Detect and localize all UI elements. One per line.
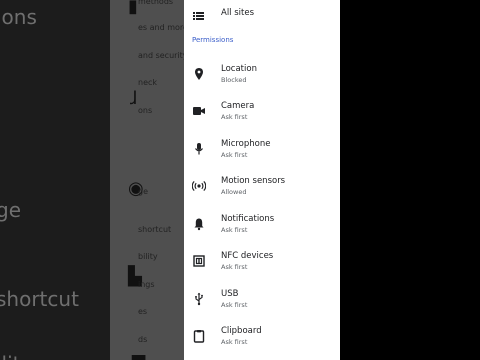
bg-fragment: ds xyxy=(138,335,148,344)
bg-fragment: ge xyxy=(0,198,21,222)
nfc-icon xyxy=(192,254,206,268)
letterbox-right xyxy=(340,0,480,360)
permission-status: Ask first xyxy=(221,226,248,234)
bell-icon xyxy=(192,217,206,231)
bg-fragment: es xyxy=(138,307,148,316)
permission-title: Notifications xyxy=(221,214,275,224)
permission-clipboard[interactable]: Clipboard Ask first xyxy=(184,322,340,358)
permission-status: Ask first xyxy=(221,301,248,309)
bg-icon: ▬ xyxy=(130,347,148,360)
permission-status: Blocked xyxy=(221,76,247,84)
bg-fragment: and security xyxy=(138,51,184,60)
site-settings-panel: All sites Permissions Location Blocked C… xyxy=(184,0,340,360)
permission-title: Microphone xyxy=(221,139,271,149)
clipboard-icon xyxy=(192,329,206,343)
bg-fragment: ge xyxy=(138,187,148,196)
list-icon xyxy=(192,7,206,20)
permission-camera[interactable]: Camera Ask first xyxy=(184,97,340,133)
permissions-header: Permissions xyxy=(192,36,234,44)
camera-icon xyxy=(192,104,206,118)
bg-fragment: bility xyxy=(138,252,158,261)
permission-status: Ask first xyxy=(221,338,248,346)
permission-status: Ask first xyxy=(221,263,248,271)
all-sites-label: All sites xyxy=(221,8,255,18)
bg-icon: ▮ xyxy=(128,0,138,17)
permission-status: Ask first xyxy=(221,151,248,159)
permission-nfc-devices[interactable]: NFC devices Ask first xyxy=(184,247,340,283)
permission-title: Motion sensors xyxy=(221,176,286,186)
permission-status: Ask first xyxy=(221,113,248,121)
permission-title: Clipboard xyxy=(221,326,262,336)
permission-title: NFC devices xyxy=(221,251,274,261)
bg-icon: ɺ xyxy=(130,88,138,109)
bg-fragment: methods xyxy=(138,0,174,6)
bg-fragment: ilit xyxy=(0,352,21,360)
bg-fragment: ings xyxy=(138,280,155,289)
microphone-icon xyxy=(192,142,206,156)
bg-fragment: l xyxy=(0,132,2,156)
bg-fragment: neck xyxy=(138,78,158,87)
background-dimmed-settings: ▮ methods es and more and security neck … xyxy=(110,0,184,360)
permission-microphone[interactable]: Microphone Ask first xyxy=(184,135,340,171)
permission-title: USB xyxy=(221,289,239,299)
permission-motion-sensors[interactable]: Motion sensors Allowed xyxy=(184,172,340,208)
bg-fragment: shortcut xyxy=(138,225,172,234)
bg-fragment: ons xyxy=(138,106,153,115)
permission-notifications[interactable]: Notifications Ask first xyxy=(184,210,340,246)
permission-title: Location xyxy=(221,64,257,74)
permission-title: Camera xyxy=(221,101,255,111)
permission-location[interactable]: Location Blocked xyxy=(184,60,340,96)
usb-icon xyxy=(192,292,206,306)
location-pin-icon xyxy=(192,67,206,81)
permission-status: Allowed xyxy=(221,188,247,196)
all-sites-item[interactable]: All sites xyxy=(184,0,340,26)
bg-fragment: shortcut xyxy=(0,287,79,311)
bg-fragment: es and more xyxy=(138,23,184,32)
bg-fragment: ions xyxy=(0,5,37,29)
permission-usb[interactable]: USB Ask first xyxy=(184,285,340,321)
motion-sensor-icon xyxy=(192,179,206,193)
